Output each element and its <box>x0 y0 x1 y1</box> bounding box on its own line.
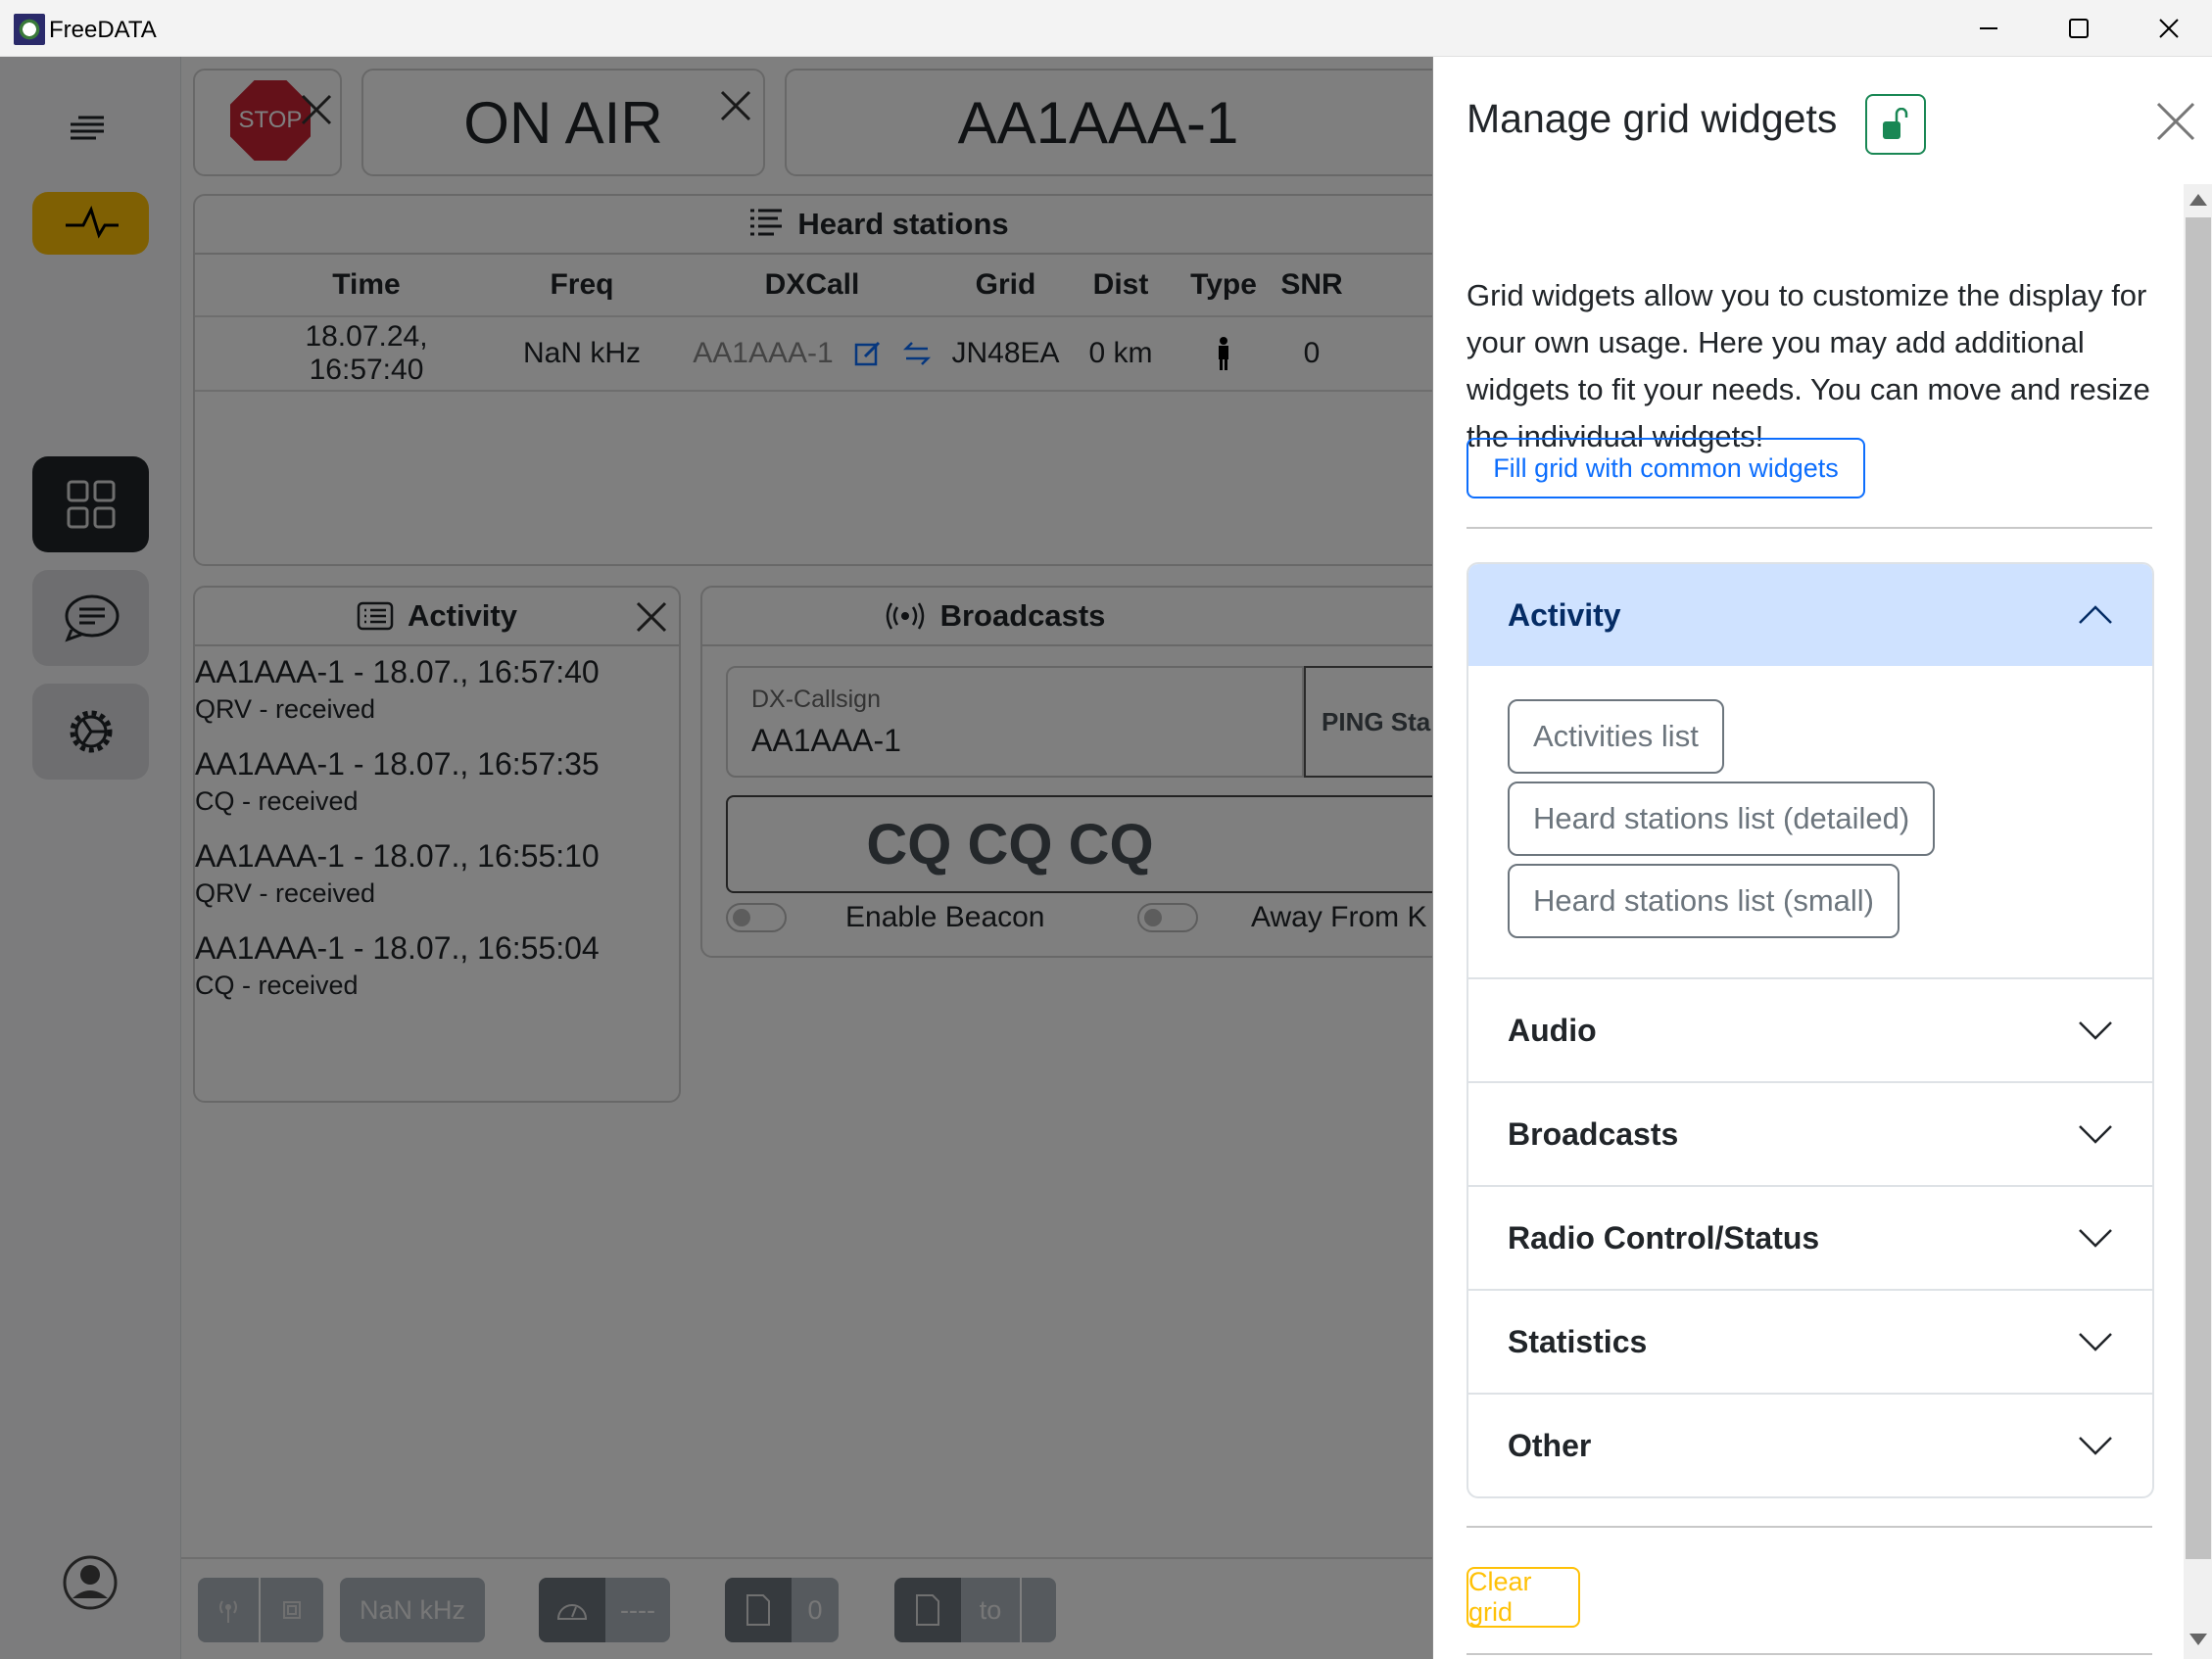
app-logo-icon <box>14 14 45 45</box>
accordion-label: Statistics <box>1508 1323 1648 1359</box>
accordion-label: Other <box>1508 1427 1592 1463</box>
drawer-title: Manage grid widgets <box>1467 96 1838 141</box>
scroll-up-arrow-icon[interactable] <box>2189 194 2207 206</box>
accordion-item-audio: Audio <box>1468 979 2152 1083</box>
maximize-icon <box>2069 19 2089 38</box>
divider <box>1467 1526 2152 1528</box>
divider <box>1467 527 2152 529</box>
add-widget-button[interactable]: Heard stations list (small) <box>1508 864 1899 938</box>
chevron-down-icon <box>2079 1437 2112 1455</box>
widget-accordion: Activity Activities list Heard stations li… <box>1467 562 2154 1498</box>
close-icon <box>2159 19 2179 38</box>
chevron-down-icon <box>2079 1229 2112 1248</box>
unlock-icon <box>1883 108 1908 139</box>
drawer-scrollbar[interactable] <box>2184 184 2212 1659</box>
title-bar: FreeDATA <box>0 0 2212 57</box>
fill-grid-button[interactable]: Fill grid with common widgets <box>1467 438 1865 498</box>
minimize-button[interactable] <box>1944 0 2034 57</box>
accordion-header[interactable]: Audio <box>1468 979 2152 1081</box>
window-close-button[interactable] <box>2124 0 2212 57</box>
backdrop-overlay[interactable] <box>0 57 1432 1659</box>
minimize-icon <box>1980 27 1997 29</box>
accordion-header[interactable]: Radio Control/Status <box>1468 1187 2152 1289</box>
accordion-label: Activity <box>1508 596 1621 633</box>
accordion-item-radio-control-status: Radio Control/Status <box>1468 1187 2152 1291</box>
accordion-label: Radio Control/Status <box>1508 1219 1820 1256</box>
chevron-up-icon <box>2079 605 2112 624</box>
scroll-down-arrow-icon[interactable] <box>2189 1634 2207 1645</box>
accordion-label: Broadcasts <box>1508 1115 1679 1152</box>
scroll-thumb[interactable] <box>2186 217 2211 1559</box>
accordion-header[interactable]: Activity <box>1468 564 2152 666</box>
accordion-header[interactable]: Broadcasts <box>1468 1083 2152 1185</box>
grid-lock-button[interactable] <box>1865 94 1926 155</box>
accordion-item-statistics: Statistics <box>1468 1291 2152 1395</box>
accordion-item-other: Other <box>1468 1395 2152 1496</box>
manage-widgets-drawer: Manage grid widgets Grid widgets allow y… <box>1432 57 2212 1659</box>
drawer-description: Grid widgets allow you to customize the … <box>1467 278 2150 453</box>
accordion-header[interactable]: Other <box>1468 1395 2152 1496</box>
add-widget-button[interactable]: Heard stations list (detailed) <box>1508 782 1936 856</box>
drawer-close-icon[interactable] <box>2154 100 2197 143</box>
maximize-button[interactable] <box>2034 0 2124 57</box>
divider <box>1467 1653 2152 1655</box>
add-widget-button[interactable]: Activities list <box>1508 699 1724 774</box>
chevron-down-icon <box>2079 1021 2112 1040</box>
clear-grid-label: Clear grid <box>1468 1567 1532 1627</box>
accordion-header[interactable]: Statistics <box>1468 1291 2152 1393</box>
accordion-item-broadcasts: Broadcasts <box>1468 1083 2152 1187</box>
drawer-body: Grid widgets allow you to customize the … <box>1433 184 2186 1659</box>
accordion-body: Activities list Heard stations list (deta… <box>1468 666 2152 977</box>
fill-grid-label: Fill grid with common widgets <box>1493 452 1839 483</box>
accordion-label: Audio <box>1508 1012 1597 1048</box>
clear-grid-button[interactable]: Clear grid <box>1467 1567 1580 1628</box>
app-title: FreeDATA <box>49 17 157 43</box>
chevron-down-icon <box>2079 1125 2112 1144</box>
chevron-down-icon <box>2079 1333 2112 1351</box>
accordion-item-activity: Activity Activities list Heard stations li… <box>1468 564 2152 979</box>
